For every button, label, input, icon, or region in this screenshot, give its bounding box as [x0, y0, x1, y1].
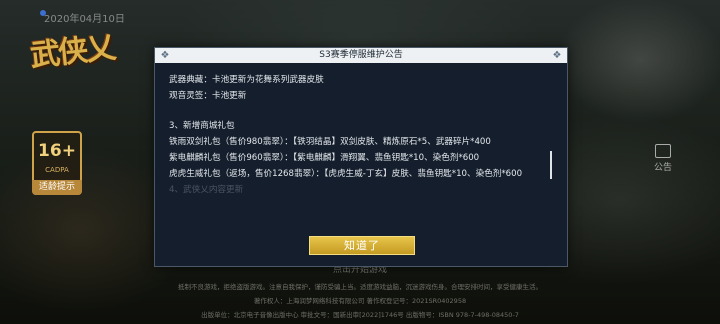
notice-line: 3、新增商城礼包 [169, 121, 235, 131]
age-rating-number: 16+ [38, 141, 76, 161]
dialog-title: S3赛季停服维护公告 [319, 50, 403, 60]
notice-line: 武器典藏：卡池更新为花舞系列武器皮肤 [169, 75, 324, 85]
notice-line: 4、武侠乂内容更新 [169, 185, 244, 195]
ornament-left-icon: ❖ [160, 50, 170, 61]
announcement-icon [655, 144, 671, 158]
notice-line: 紫电麒麟礼包（售价960翡翠）：【紫电麒麟】滑翔翼、翡鱼钥匙*10、染色剂*60… [169, 153, 480, 163]
ornament-right-icon: ❖ [552, 50, 562, 61]
notice-line [169, 104, 554, 118]
publisher-notice: 出版单位：北京电子音像出版中心 审批文号：国新出审[2022]1746号 出版物… [201, 311, 519, 319]
notice-line: 铁雨双剑礼包（售价980翡翠）：【铁羽结晶】双剑皮肤、精炼原石*5、武器碎片*4… [169, 137, 491, 147]
game-logo: 武侠乂 [28, 30, 116, 74]
copyright-notice: 著作权人：上海润梦网络科技有限公司 著作权登记号：2021SR0402958 [253, 297, 467, 305]
health-notice: 抵制不良游戏，拒绝盗版游戏。注意自我保护，谨防受骗上当。适度游戏益脑，沉迷游戏伤… [178, 283, 542, 291]
dialog-body[interactable]: 武器典藏：卡池更新为花舞系列武器皮肤 观音灵签：卡池更新 3、新增商城礼包 铁雨… [169, 72, 554, 214]
dialog-title-bar: ❖ S3赛季停服维护公告 ❖ [155, 48, 567, 63]
age-rating-badge[interactable]: 16+ CADPA 适龄提示 [32, 131, 82, 195]
notice-line: 虎虎生威礼包（返场，售价1268翡翠）：【虎虎生威-丁玄】皮肤、翡鱼钥匙*10、… [169, 169, 523, 179]
age-rating-org: CADPA [45, 166, 69, 174]
notice-line: 观音灵签：卡池更新 [169, 91, 247, 101]
announcement-label: 公告 [653, 163, 672, 173]
ok-button[interactable]: 知道了 [309, 236, 415, 255]
announcement-dialog: ❖ S3赛季停服维护公告 ❖ 武器典藏：卡池更新为花舞系列武器皮肤 观音灵签：卡… [154, 47, 568, 267]
age-rating-tip: 适龄提示 [32, 180, 82, 195]
dialog-scrollbar[interactable] [550, 151, 552, 179]
announcement-button[interactable]: 公告 [652, 144, 674, 174]
